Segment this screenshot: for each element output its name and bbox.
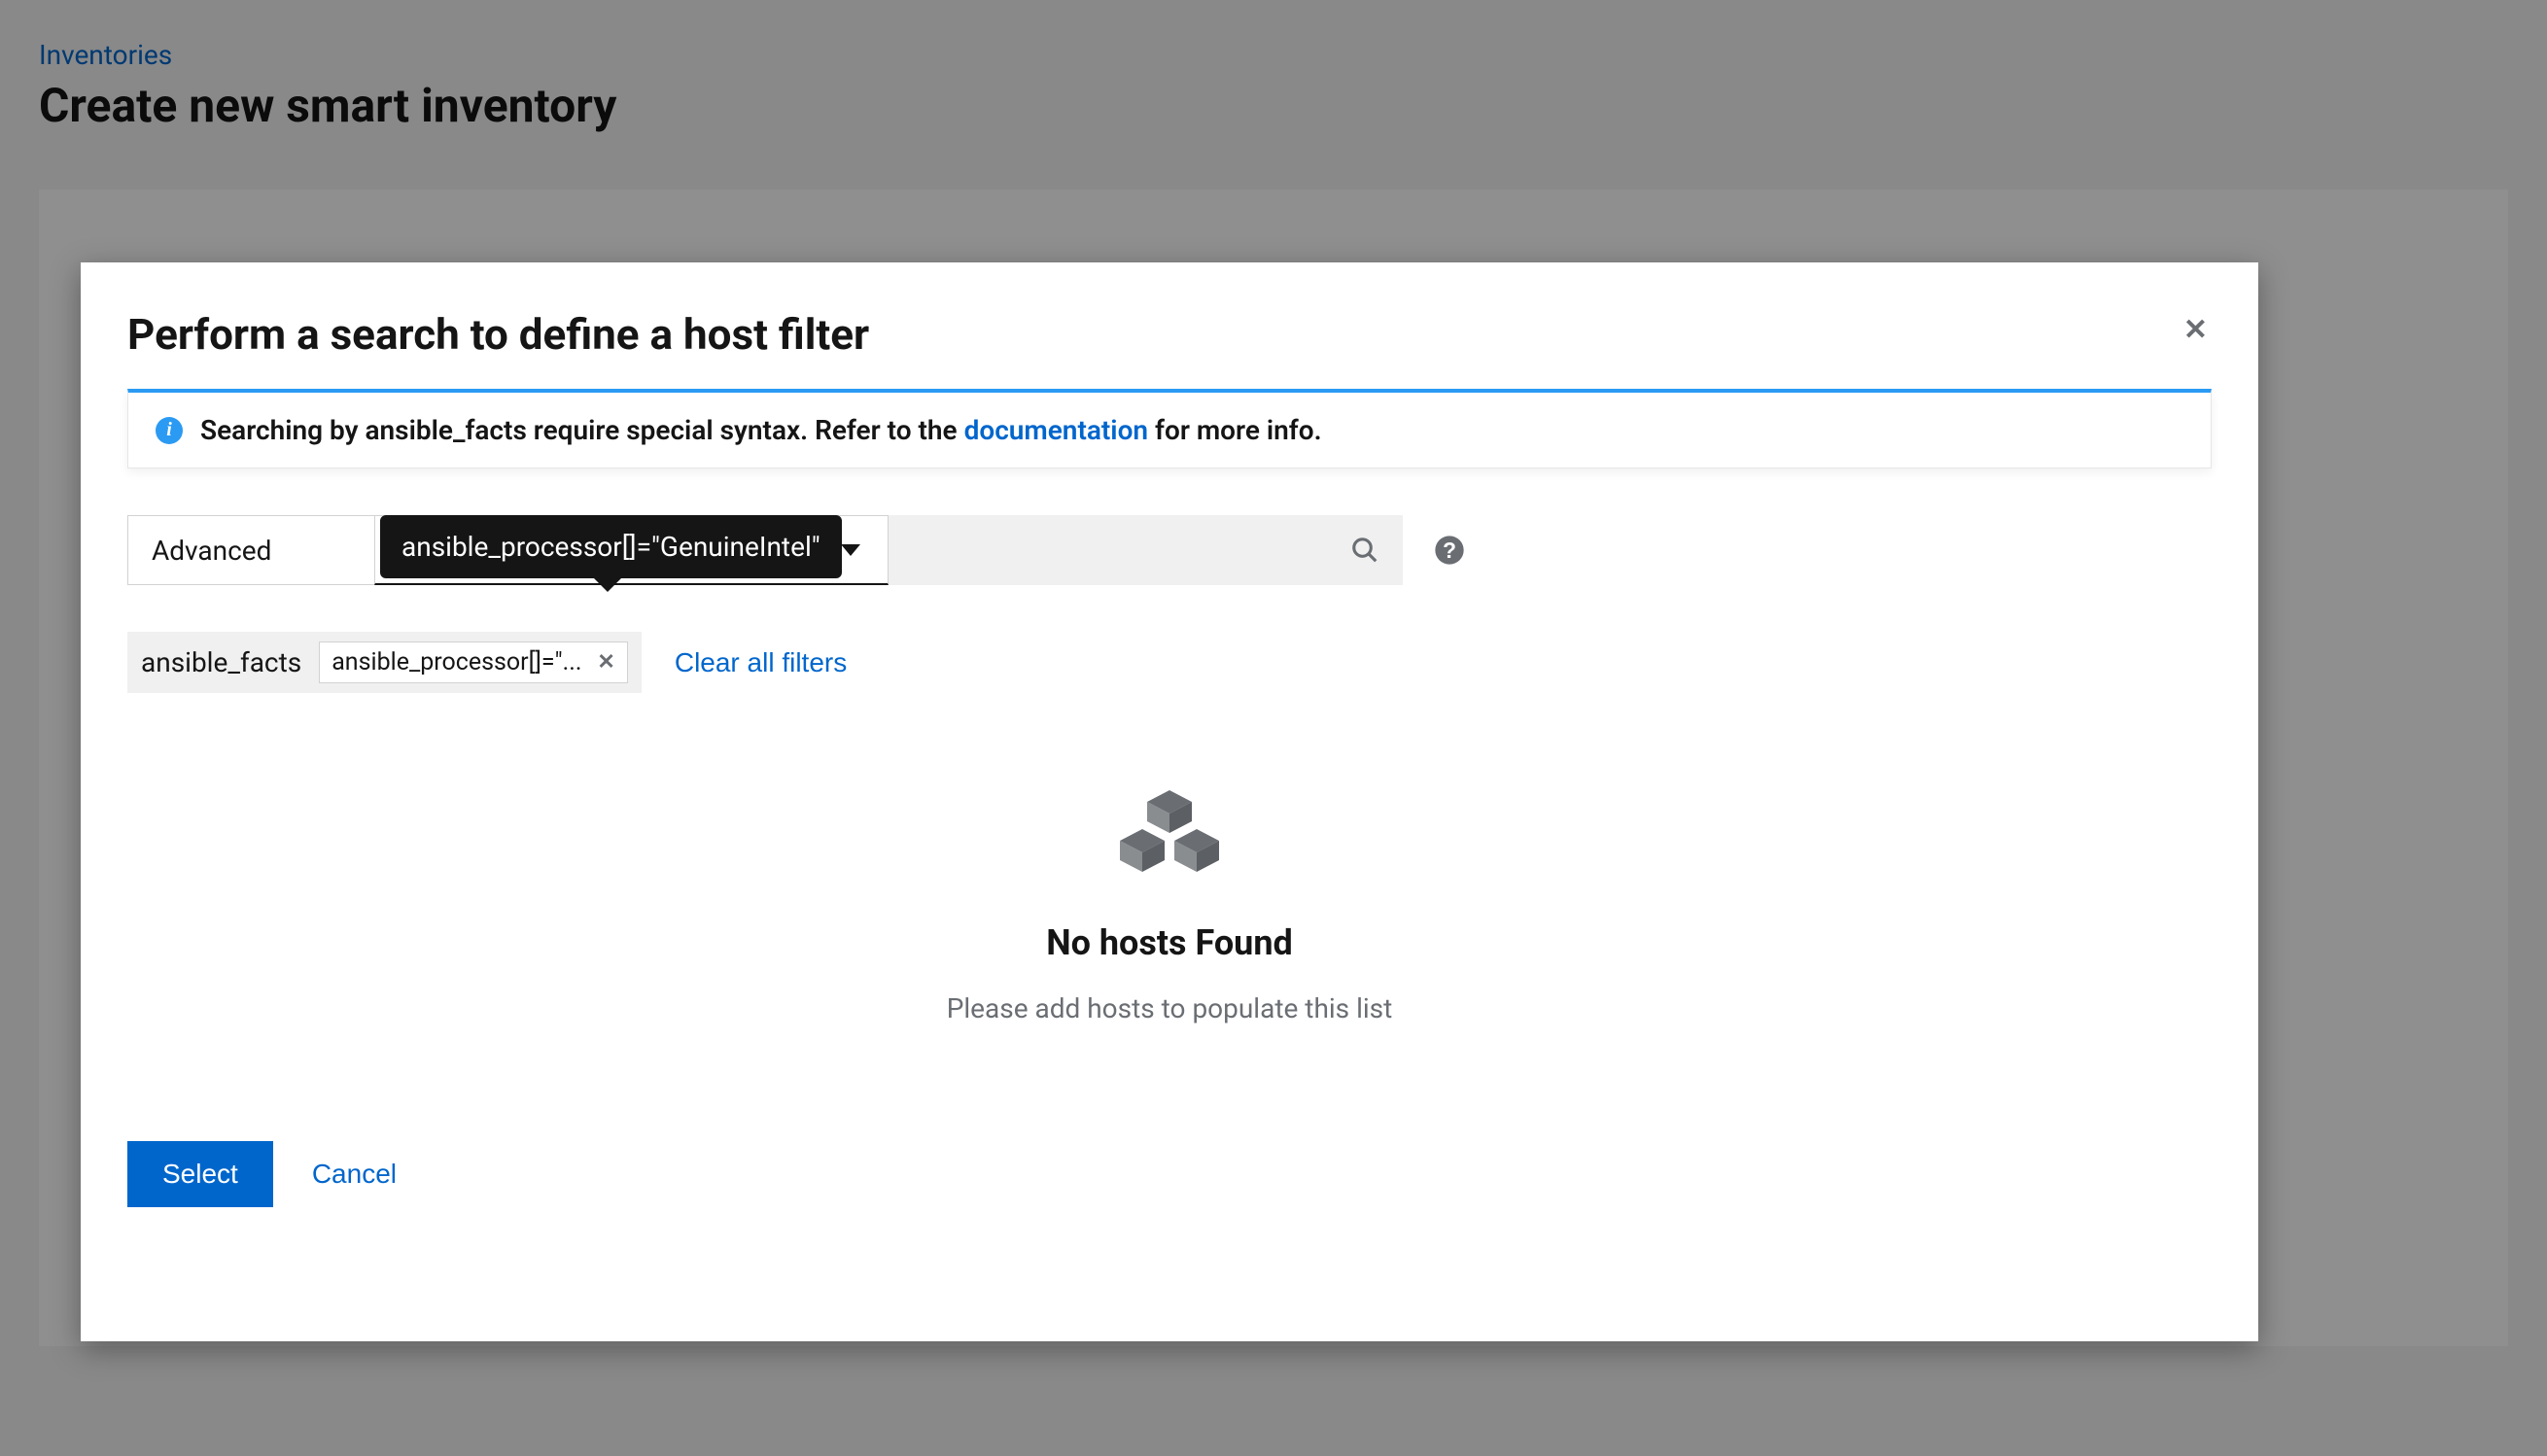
modal-title: Perform a search to define a host filter	[127, 309, 2212, 360]
alert-info: i Searching by ansible_facts require spe…	[127, 389, 2212, 468]
empty-state-subtitle: Please add hosts to populate this list	[947, 992, 1393, 1024]
search-text-input[interactable]	[889, 515, 1403, 585]
search-icon[interactable]	[1350, 536, 1379, 565]
cancel-button[interactable]: Cancel	[312, 1159, 397, 1190]
search-type-select[interactable]: Advanced	[127, 515, 374, 585]
chip-remove-button[interactable]: ✕	[597, 650, 614, 675]
info-icon: i	[156, 417, 183, 444]
cubes-icon	[1116, 790, 1223, 884]
filter-chip: ansible_processor[]="... ✕	[319, 641, 628, 683]
search-help-button[interactable]: ?	[1434, 535, 1465, 566]
alert-text-before: Searching by ansible_facts require speci…	[200, 414, 964, 446]
filter-tooltip: ansible_processor[]="GenuineIntel"	[380, 515, 842, 578]
clear-all-filters-button[interactable]: Clear all filters	[675, 647, 847, 678]
alert-text-after: for more info.	[1148, 414, 1321, 446]
empty-state: No hosts Found Please add hosts to popul…	[127, 790, 2212, 1024]
search-row: Advanced ✕ ? ansible_processor[]="Genuin…	[127, 515, 2212, 585]
chevron-down-icon[interactable]	[841, 544, 860, 556]
filter-chip-group: ansible_facts ansible_processor[]="... ✕	[127, 632, 642, 693]
question-circle-icon: ?	[1434, 535, 1465, 566]
alert-text: Searching by ansible_facts require speci…	[200, 414, 1322, 446]
alert-documentation-link[interactable]: documentation	[964, 414, 1148, 446]
search-type-label: Advanced	[152, 535, 271, 567]
filter-chips-row: ansible_facts ansible_processor[]="... ✕…	[127, 632, 2212, 693]
host-filter-modal: Perform a search to define a host filter…	[81, 262, 2258, 1341]
select-button[interactable]: Select	[127, 1141, 273, 1207]
chip-label: ansible_processor[]="...	[331, 648, 581, 676]
modal-close-button[interactable]: ✕	[2183, 313, 2208, 347]
close-icon: ✕	[2183, 314, 2208, 346]
svg-text:?: ?	[1443, 537, 1456, 563]
empty-state-title: No hosts Found	[1046, 922, 1293, 963]
chip-group-label: ansible_facts	[141, 646, 301, 678]
modal-footer: Select Cancel	[127, 1141, 2212, 1207]
